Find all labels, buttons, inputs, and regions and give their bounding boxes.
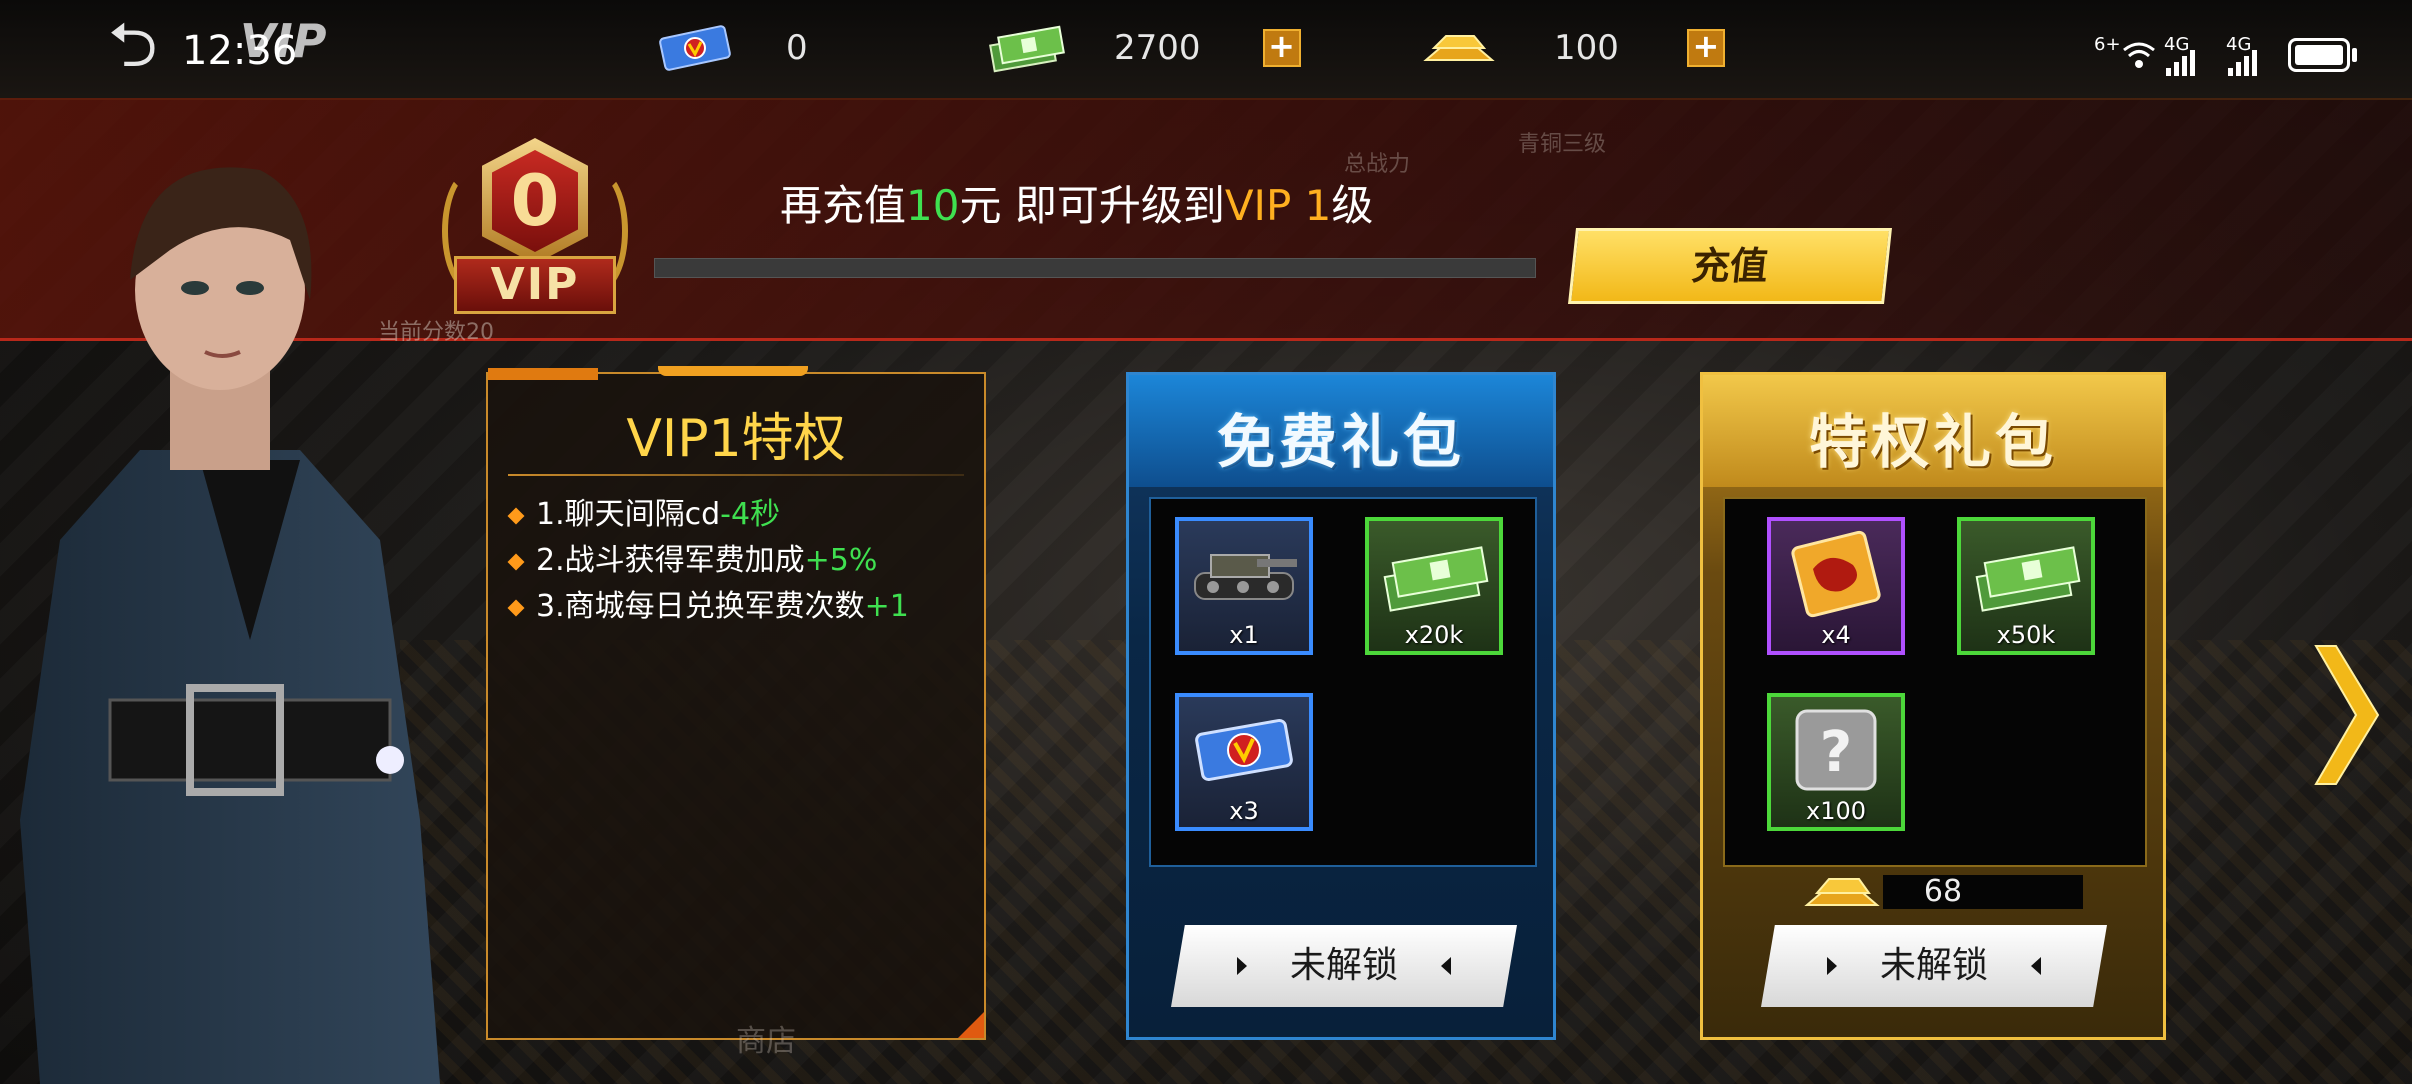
- ticket-icon: [1195, 718, 1293, 782]
- tank-icon: [1194, 554, 1297, 600]
- svg-text:?: ?: [1820, 720, 1852, 785]
- network-type-1: 6+: [2094, 34, 2121, 55]
- privileges-list: 1.聊天间隔cd-4秒 2.战斗获得军费加成+5% 3.商城每日兑换军费次数+1: [507, 492, 909, 630]
- free-gift-items: x1 x20k x3: [1149, 497, 1537, 867]
- resource-ticket: 0: [656, 18, 808, 78]
- ticket-count: 0: [786, 28, 808, 68]
- arrow-left-icon: [2031, 957, 2041, 975]
- bullet-icon: [507, 599, 525, 616]
- battery-icon: [2288, 38, 2350, 72]
- recharge-amount: 10: [906, 181, 960, 230]
- recharge-button[interactable]: 充值: [1568, 228, 1892, 304]
- arrow-left-icon: [1441, 957, 1451, 975]
- privilege-gift-title: 特权礼包: [1808, 408, 2057, 476]
- free-gift-unlock-button[interactable]: 未解锁: [1171, 925, 1517, 1007]
- vip-progress-bar: [654, 258, 1536, 278]
- gold-bar-icon: [1423, 35, 1495, 61]
- vip-privileges-panel: VIP1特权 1.聊天间隔cd-4秒 2.战斗获得军费加成+5% 3.商城每日兑…: [486, 366, 986, 1040]
- free-gift-panel: 免费礼包 x1 x20k x3 未解锁: [1126, 372, 1556, 1040]
- character-portrait: [20, 167, 440, 1084]
- resource-cash: 2700 +: [988, 18, 1301, 78]
- gift-price: 68: [1803, 869, 2099, 911]
- privilege-item: 2.战斗获得军费加成+5%: [507, 538, 909, 584]
- signal-icon-2: [2228, 50, 2257, 76]
- privilege-gift-items: x4 x50k ? x100: [1723, 497, 2147, 867]
- gift-item-mystery[interactable]: ? x100: [1767, 693, 1905, 831]
- mystery-box-icon: ?: [1795, 709, 1877, 791]
- bullet-icon: [507, 553, 525, 570]
- cash-stack-icon: [1383, 546, 1489, 612]
- resource-gold: 100 +: [1420, 18, 1725, 78]
- gift-item-card[interactable]: x4: [1767, 517, 1905, 655]
- signal-icon-1: [2166, 50, 2195, 76]
- privilege-item: 1.聊天间隔cd-4秒: [507, 492, 909, 538]
- gift-item-cash[interactable]: x20k: [1365, 517, 1503, 655]
- item-quantity: x20k: [1404, 621, 1464, 649]
- item-quantity: x3: [1229, 797, 1259, 825]
- upgrade-message: 再充值10元 即可升级到VIP 1级: [780, 181, 1374, 230]
- card-icon: [1791, 530, 1881, 618]
- add-cash-button[interactable]: +: [1262, 29, 1301, 67]
- privilege-gift-unlock-button[interactable]: 未解锁: [1761, 925, 2107, 1007]
- target-vip-level: VIP 1: [1224, 181, 1332, 230]
- gift-price-value: 68: [1923, 874, 1963, 909]
- bullet-icon: [507, 507, 525, 524]
- bg-shop-label: 商店: [736, 1024, 796, 1059]
- privilege-gift-panel: 特权礼包 x4 x50k ? x100 68 未解锁: [1700, 372, 2166, 1040]
- gift-item-tank[interactable]: x1: [1175, 517, 1313, 655]
- privilege-item: 3.商城每日兑换军费次数+1: [507, 584, 909, 630]
- next-page-arrow-icon[interactable]: [2310, 640, 2384, 790]
- add-gold-button[interactable]: +: [1686, 29, 1725, 67]
- item-quantity: x50k: [1996, 621, 2056, 649]
- bg-rank-label: 青铜三级: [1518, 132, 1607, 157]
- status-clock: 12:36: [182, 28, 298, 74]
- gift-item-ticket[interactable]: x3: [1175, 693, 1313, 831]
- gold-bar-icon: [1804, 878, 1880, 906]
- ticket-icon: [659, 25, 731, 71]
- top-bar: ⮌ VIP 12:36 0 2700 + 100 + 6+ 4G 4G: [0, 0, 2412, 100]
- privileges-title: VIP1特权: [626, 409, 846, 469]
- cash-count: 2700: [1114, 28, 1201, 68]
- item-quantity: x100: [1805, 797, 1866, 825]
- cash-icon: [989, 25, 1065, 73]
- arrow-right-icon: [1827, 957, 1837, 975]
- system-status: 6+ 4G 4G: [2092, 24, 2357, 84]
- gift-item-cash[interactable]: x50k: [1957, 517, 2095, 655]
- back-arrow-icon: ⮌: [108, 8, 158, 81]
- gold-count: 100: [1554, 28, 1619, 68]
- cash-stack-icon: [1975, 546, 2081, 612]
- item-quantity: x4: [1821, 621, 1851, 649]
- wifi-icon: [2123, 42, 2155, 68]
- free-gift-title: 免费礼包: [1216, 408, 1465, 476]
- item-quantity: x1: [1229, 621, 1259, 649]
- arrow-right-icon: [1237, 957, 1247, 975]
